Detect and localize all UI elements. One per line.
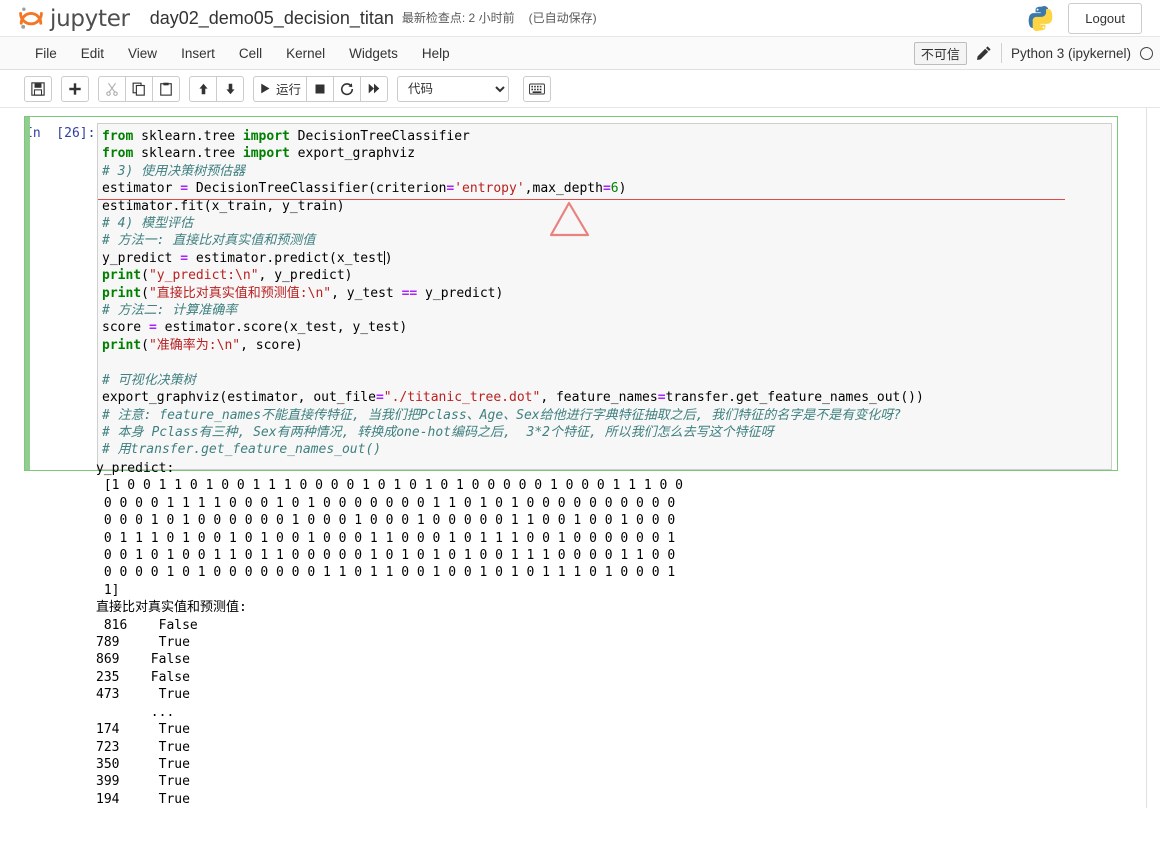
save-button[interactable] [24, 75, 52, 102]
cell-execution-prompt: In [26]: [25, 126, 96, 141]
stop-square-icon [315, 84, 325, 93]
arrow-down-icon [225, 83, 235, 94]
toolbar-group-move [189, 75, 244, 102]
paste-icon [160, 82, 172, 96]
output-prompt-spacer [24, 460, 96, 808]
move-down-button[interactable] [216, 75, 244, 102]
fast-forward-icon [368, 83, 380, 94]
pencil-icon[interactable] [976, 45, 992, 61]
toolbar-group-save [24, 75, 52, 102]
run-cell-button[interactable]: 运行 [253, 75, 308, 102]
move-up-button[interactable] [189, 75, 217, 102]
page-right-divider [1146, 108, 1147, 808]
notebook-header: jupyter day02_demo05_decision_titan 最新检查… [0, 0, 1160, 37]
cut-cell-button[interactable] [98, 75, 126, 102]
notebook-body: In [26]: from sklearn.tree import Decisi… [0, 108, 1160, 808]
jupyter-logo-link[interactable]: jupyter [18, 5, 130, 31]
jupyter-wordmark: jupyter [50, 5, 130, 32]
jupyter-logo-icon [19, 7, 43, 29]
copy-icon [132, 82, 145, 96]
menu-help[interactable]: Help [410, 40, 462, 67]
menu-insert[interactable]: Insert [169, 40, 227, 67]
menu-kernel[interactable]: Kernel [274, 40, 337, 67]
kernel-idle-circle-icon [1140, 46, 1153, 60]
copy-cell-button[interactable] [125, 75, 153, 102]
paste-cell-button[interactable] [152, 75, 180, 102]
keyboard-icon [529, 82, 545, 95]
trust-status-badge[interactable]: 不可信 [913, 41, 967, 65]
scissors-icon [106, 82, 118, 96]
python-logo-icon [1028, 5, 1053, 31]
notebook-title[interactable]: day02_demo05_decision_titan [150, 9, 394, 27]
menu-view[interactable]: View [116, 40, 169, 67]
cell-type-select[interactable]: 代码MarkdownRaw NBConvert标题 [397, 75, 510, 102]
plus-icon [69, 82, 81, 95]
restart-and-run-all-button[interactable] [360, 75, 389, 102]
toolbar-group-palette [523, 75, 552, 102]
menu-edit[interactable]: Edit [69, 40, 116, 67]
toolbar-group-run: 运行 [253, 75, 389, 102]
command-palette-button[interactable] [523, 75, 552, 102]
restart-kernel-button[interactable] [333, 75, 362, 102]
code-source[interactable]: from sklearn.tree import DecisionTreeCla… [102, 128, 1107, 459]
run-cell-label: 运行 [276, 83, 302, 97]
menubar-right-group: 不可信 Python 3 (ipykernel) [913, 41, 1160, 65]
menu-file[interactable]: File [23, 40, 69, 67]
arrow-up-icon [198, 83, 208, 94]
logout-button[interactable]: Logout [1068, 2, 1142, 34]
menu-cell[interactable]: Cell [227, 40, 274, 67]
menu-widgets[interactable]: Widgets [337, 40, 410, 67]
insert-cell-button[interactable] [61, 75, 89, 102]
menubar: File Edit View Insert Cell Kernel Widget… [0, 37, 1160, 70]
code-cell[interactable]: In [26]: from sklearn.tree import Decisi… [24, 116, 1118, 471]
checkpoint-status: 最新检查点: 2 小时前 [401, 11, 515, 25]
cell-output-area: y_predict: [1 0 0 1 1 0 1 0 0 1 1 1 0 0 … [24, 460, 1118, 808]
kernel-name-label: Python 3 (ipykernel) [1010, 45, 1131, 61]
notebook-toolbar: 运行 代码MarkdownRaw NBConvert标题 [0, 70, 1160, 108]
menubar-divider [1000, 43, 1002, 63]
red-annotation-triangle-icon [549, 201, 590, 236]
output-stream-text: y_predict: [1 0 0 1 1 0 1 0 0 1 1 1 0 0 … [96, 461, 683, 807]
code-editor[interactable]: from sklearn.tree import DecisionTreeCla… [97, 123, 1112, 470]
header-right-group: Logout [1027, 2, 1150, 34]
play-icon [261, 83, 270, 94]
cell-selected-indicator [25, 117, 30, 470]
restart-circle-icon [341, 82, 354, 95]
interrupt-kernel-button[interactable] [306, 75, 335, 102]
autosave-status: (已自动保存) [528, 11, 597, 25]
toolbar-group-clipboard [98, 75, 180, 102]
toolbar-group-insert [61, 75, 89, 102]
save-floppy-icon [31, 81, 45, 96]
